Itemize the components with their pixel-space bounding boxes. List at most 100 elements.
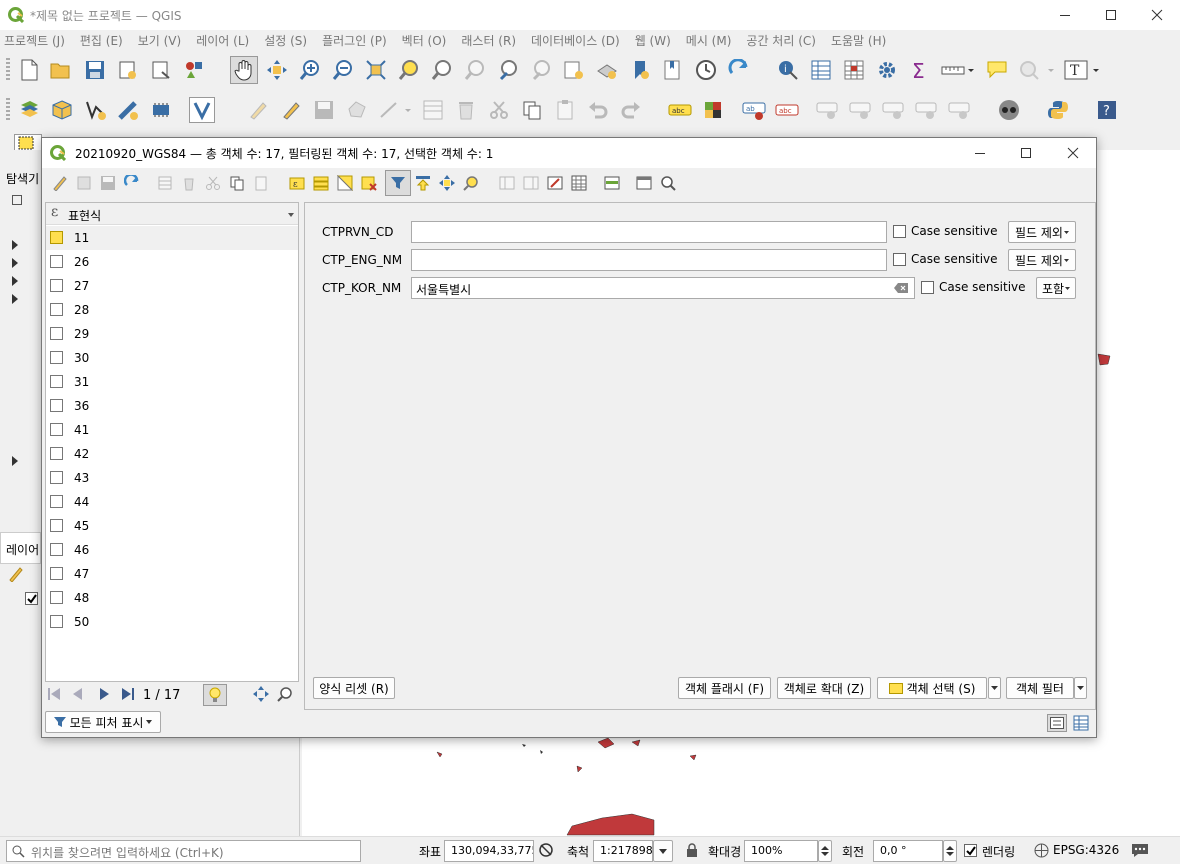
crs-label[interactable]: EPSG:4326	[1053, 843, 1119, 857]
pan-to-current-icon[interactable]	[253, 686, 269, 702]
select-features-button[interactable]: 객체 선택 (S)	[877, 677, 987, 699]
expand-arrow-icon[interactable]	[12, 276, 18, 286]
invert-selection-icon[interactable]	[332, 170, 358, 196]
copy-icon[interactable]	[224, 170, 250, 196]
paste-features-icon[interactable]	[552, 97, 578, 123]
locator-search-input[interactable]: 위치를 찾으려면 입력하세요 (Ctrl+K)	[6, 840, 361, 862]
list-item[interactable]: 42	[46, 442, 298, 466]
pan-to-selected-icon[interactable]	[434, 170, 460, 196]
list-item[interactable]: 27	[46, 274, 298, 298]
zoom-to-selection-icon[interactable]	[396, 57, 422, 83]
new-3d-view-icon[interactable]	[594, 57, 620, 83]
menu-edit[interactable]: 편집 (E)	[80, 32, 123, 49]
multi-edit-icon[interactable]	[71, 170, 97, 196]
delete-selected-icon[interactable]	[453, 97, 479, 123]
list-item[interactable]: 41	[46, 418, 298, 442]
toggle-editing-icon[interactable]	[47, 170, 73, 196]
new-print-layout-icon[interactable]	[115, 57, 141, 83]
last-feature-icon[interactable]	[120, 686, 136, 702]
menu-view[interactable]: 보기 (V)	[138, 32, 181, 49]
current-edits-icon[interactable]	[278, 97, 304, 123]
measure-line-icon[interactable]	[940, 57, 976, 83]
menu-settings[interactable]: 설정 (S)	[264, 32, 307, 49]
show-all-features-button[interactable]: 모든 피처 표시	[45, 711, 161, 733]
list-item[interactable]: 43	[46, 466, 298, 490]
field-calculator-icon[interactable]	[566, 170, 592, 196]
vertex-tool-icon[interactable]	[377, 97, 415, 123]
coordinate-field[interactable]: 130,094,33,775	[444, 840, 534, 862]
select-all-icon[interactable]	[308, 170, 334, 196]
filter-mode-button[interactable]: 필드 제외	[1008, 249, 1076, 271]
dialog-minimize-button[interactable]	[957, 138, 1003, 168]
layers-panel-tab[interactable]: 레이어	[0, 532, 41, 564]
list-item[interactable]: 45	[46, 514, 298, 538]
select-by-form-icon[interactable]	[385, 170, 411, 196]
lock-scale-icon[interactable]	[686, 843, 698, 858]
pan-map-icon[interactable]	[230, 56, 258, 84]
list-item[interactable]: 44	[46, 490, 298, 514]
refresh-icon[interactable]	[726, 57, 752, 83]
text-annotation-icon[interactable]: T	[1063, 57, 1103, 83]
first-feature-icon[interactable]	[46, 686, 62, 702]
data-source-manager-icon[interactable]	[16, 97, 42, 123]
rotate-label-icon[interactable]	[848, 97, 874, 123]
list-item[interactable]: 11	[46, 226, 298, 250]
filter-features-button[interactable]: 객체 필터	[1006, 677, 1074, 699]
menu-plugins[interactable]: 플러그인 (P)	[322, 32, 387, 49]
menu-web[interactable]: 웹 (W)	[635, 32, 671, 49]
menu-raster[interactable]: 래스터 (R)	[461, 32, 516, 49]
label-visibility-icon[interactable]	[914, 97, 940, 123]
open-project-icon[interactable]	[48, 57, 74, 83]
next-feature-icon[interactable]	[96, 686, 112, 702]
cut-features-icon[interactable]	[486, 97, 512, 123]
new-project-icon[interactable]	[16, 57, 42, 83]
label-rotate-icon[interactable]	[947, 97, 973, 123]
undo-icon[interactable]	[585, 97, 611, 123]
identify-features-icon[interactable]: i	[775, 57, 801, 83]
magnifier-field[interactable]: 100%	[744, 840, 818, 862]
zoom-to-features-button[interactable]: 객체로 확대 (Z)	[777, 677, 871, 699]
minimize-button[interactable]	[1042, 0, 1088, 30]
clear-input-icon[interactable]	[894, 283, 908, 293]
dock-attribute-table-icon[interactable]	[631, 170, 657, 196]
expand-arrow-icon[interactable]	[12, 294, 18, 304]
save-layer-edits-icon[interactable]	[311, 97, 337, 123]
filter-mode-button[interactable]: 필드 제외	[1008, 221, 1076, 243]
form-view-icon[interactable]	[1047, 714, 1067, 732]
delete-feature-icon[interactable]	[176, 170, 202, 196]
list-item[interactable]: 31	[46, 370, 298, 394]
copy-features-icon[interactable]	[519, 97, 545, 123]
pan-to-selection-icon[interactable]	[264, 57, 290, 83]
reload-icon[interactable]	[119, 170, 145, 196]
diagram-properties-icon[interactable]	[700, 97, 726, 123]
new-shapefile-layer-icon[interactable]	[82, 97, 108, 123]
zoom-next-icon[interactable]	[528, 57, 554, 83]
locator-options-icon[interactable]	[1017, 57, 1057, 83]
table-view-icon[interactable]	[1073, 715, 1089, 731]
python-console-icon[interactable]	[1045, 97, 1071, 123]
expression-header[interactable]: ε 표현식	[46, 203, 298, 225]
list-item[interactable]: 47	[46, 562, 298, 586]
list-item[interactable]: 26	[46, 250, 298, 274]
zoom-to-current-icon[interactable]	[277, 686, 293, 702]
list-item[interactable]: 28	[46, 298, 298, 322]
zoom-native-icon[interactable]	[462, 57, 488, 83]
expand-arrow-icon[interactable]	[12, 456, 18, 466]
help-icon[interactable]: ?	[1094, 97, 1120, 123]
list-item[interactable]: 50	[46, 610, 298, 634]
paste-icon[interactable]	[248, 170, 274, 196]
new-memory-layer-icon[interactable]	[148, 97, 174, 123]
add-polygon-icon[interactable]	[344, 97, 370, 123]
style-manager-icon[interactable]	[181, 57, 207, 83]
select-by-expression-icon[interactable]: ε	[284, 170, 310, 196]
map-tips-icon[interactable]	[984, 57, 1010, 83]
toggle-extents-icon[interactable]	[538, 842, 554, 858]
deselect-all-icon[interactable]	[356, 170, 382, 196]
field-value-input[interactable]	[411, 221, 887, 243]
new-field-icon[interactable]	[494, 170, 520, 196]
add-feature-icon[interactable]	[152, 170, 178, 196]
menu-database[interactable]: 데이터베이스 (D)	[531, 32, 620, 49]
layout-manager-icon[interactable]	[148, 57, 174, 83]
new-map-view-icon[interactable]	[561, 57, 587, 83]
zoom-to-selected-icon[interactable]	[458, 170, 484, 196]
